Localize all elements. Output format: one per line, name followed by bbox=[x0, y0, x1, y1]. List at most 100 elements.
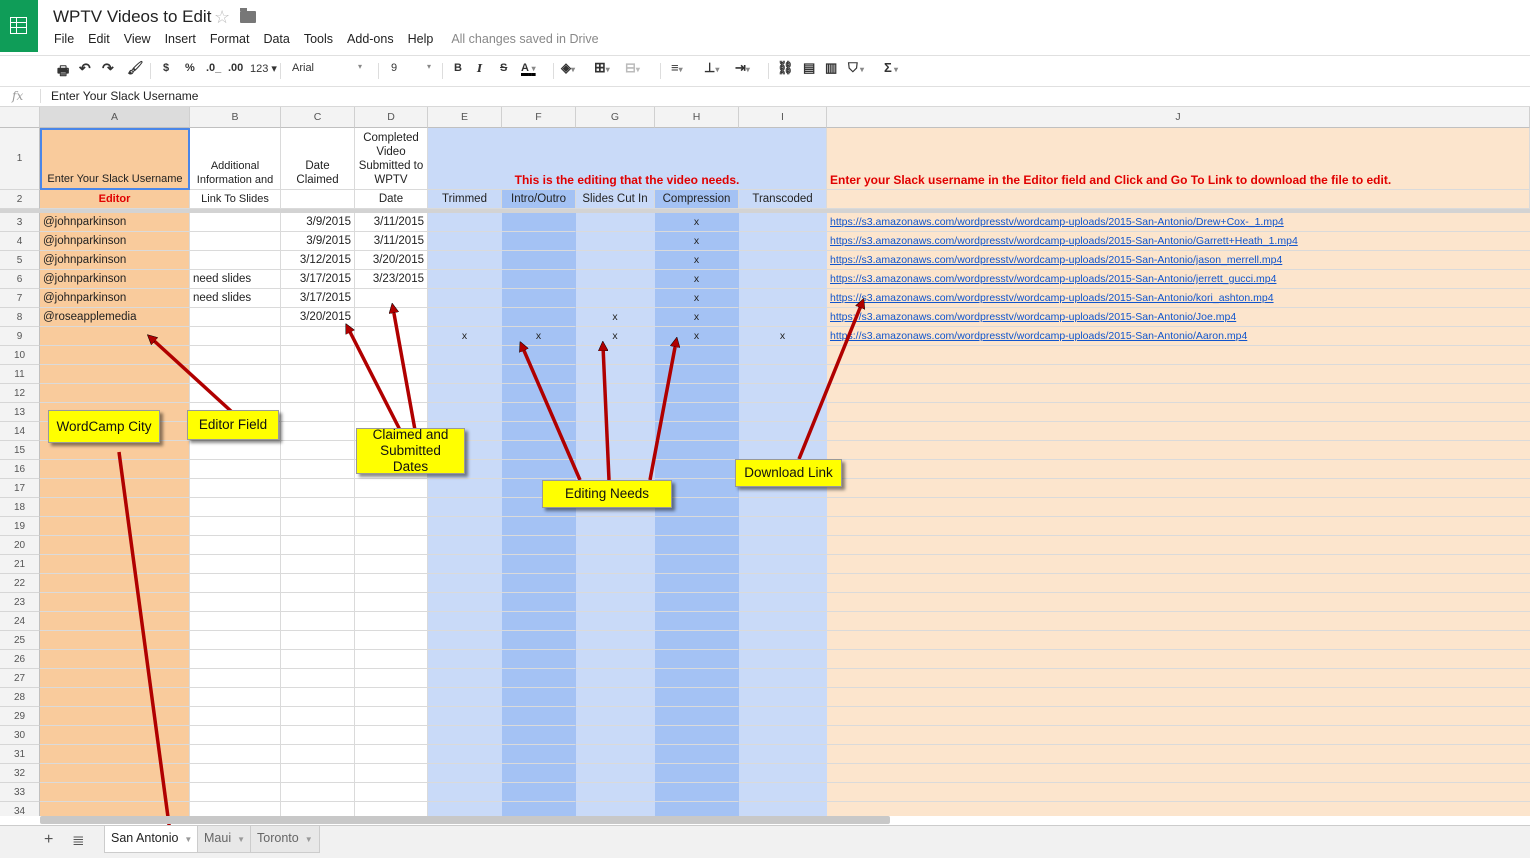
cell-a[interactable]: @roseapplemedia bbox=[40, 308, 190, 327]
cell-e[interactable] bbox=[428, 498, 502, 517]
cell-g[interactable] bbox=[576, 745, 655, 764]
cell-a[interactable] bbox=[40, 498, 190, 517]
cell-f[interactable] bbox=[502, 232, 576, 251]
merge-cells-icon[interactable]: ⊟▾ bbox=[625, 60, 640, 76]
cell-d[interactable] bbox=[355, 593, 428, 612]
row-header[interactable]: 8 bbox=[0, 308, 40, 327]
cell-d[interactable] bbox=[355, 669, 428, 688]
cell-h[interactable] bbox=[655, 745, 739, 764]
text-wrap-icon[interactable]: ⇥▾ bbox=[735, 60, 750, 76]
cell-h[interactable] bbox=[655, 403, 739, 422]
row-header[interactable]: 9 bbox=[0, 327, 40, 346]
cell-f[interactable] bbox=[502, 441, 576, 460]
cell-g[interactable] bbox=[576, 726, 655, 745]
cell-e[interactable] bbox=[428, 289, 502, 308]
cell-e[interactable] bbox=[428, 707, 502, 726]
cell-i[interactable] bbox=[739, 669, 827, 688]
menu-tools[interactable]: Tools bbox=[304, 32, 333, 50]
cell-c[interactable] bbox=[281, 384, 355, 403]
cell-c[interactable]: 3/17/2015 bbox=[281, 270, 355, 289]
cell-b[interactable] bbox=[190, 745, 281, 764]
cell-b[interactable] bbox=[190, 688, 281, 707]
cell-i[interactable] bbox=[739, 745, 827, 764]
cell-i[interactable] bbox=[739, 403, 827, 422]
cell-c[interactable] bbox=[281, 688, 355, 707]
cell-e[interactable] bbox=[428, 555, 502, 574]
cell-h[interactable]: x bbox=[655, 251, 739, 270]
select-all-corner[interactable] bbox=[0, 107, 40, 128]
row-header[interactable]: 26 bbox=[0, 650, 40, 669]
bold-button[interactable]: B bbox=[454, 62, 462, 74]
cell-e[interactable] bbox=[428, 783, 502, 802]
cell-g[interactable] bbox=[576, 783, 655, 802]
cell-e[interactable] bbox=[428, 726, 502, 745]
cell-h[interactable] bbox=[655, 631, 739, 650]
cell-i[interactable] bbox=[739, 574, 827, 593]
font-family-select[interactable]: Arial ▾ bbox=[292, 62, 364, 74]
cell-g[interactable] bbox=[576, 574, 655, 593]
row-header[interactable]: 34 bbox=[0, 802, 40, 816]
cell-f[interactable] bbox=[502, 308, 576, 327]
cell-e[interactable] bbox=[428, 308, 502, 327]
cell-d[interactable]: 3/23/2015 bbox=[355, 270, 428, 289]
cell-f[interactable] bbox=[502, 669, 576, 688]
decrease-decimals-button[interactable]: .0_ bbox=[206, 62, 221, 74]
cell-e[interactable] bbox=[428, 802, 502, 816]
cell-g[interactable] bbox=[576, 517, 655, 536]
cell-d[interactable] bbox=[355, 745, 428, 764]
cell-e[interactable] bbox=[428, 650, 502, 669]
cell-f[interactable] bbox=[502, 251, 576, 270]
cell-a[interactable] bbox=[40, 726, 190, 745]
cell-c[interactable] bbox=[281, 574, 355, 593]
cell-i[interactable] bbox=[739, 232, 827, 251]
cell-a[interactable]: @johnparkinson bbox=[40, 289, 190, 308]
sheets-logo-icon[interactable] bbox=[0, 0, 38, 52]
cell-a[interactable]: @johnparkinson bbox=[40, 251, 190, 270]
cell-f[interactable] bbox=[502, 707, 576, 726]
cell-i[interactable] bbox=[739, 365, 827, 384]
cell-b[interactable] bbox=[190, 707, 281, 726]
cell-b[interactable] bbox=[190, 536, 281, 555]
filter-icon[interactable]: ⛉ ▾ bbox=[848, 60, 864, 76]
cell-j[interactable] bbox=[827, 669, 1530, 688]
cell-a[interactable]: @johnparkinson bbox=[40, 270, 190, 289]
percent-format-button[interactable]: % bbox=[185, 62, 195, 74]
row-header[interactable]: 1 bbox=[0, 128, 40, 190]
cell-b[interactable] bbox=[190, 517, 281, 536]
cell-f[interactable] bbox=[502, 517, 576, 536]
cell-f[interactable] bbox=[502, 346, 576, 365]
cell-d[interactable] bbox=[355, 384, 428, 403]
cell-d[interactable] bbox=[355, 536, 428, 555]
cell-d[interactable] bbox=[355, 802, 428, 816]
download-link[interactable]: https://s3.amazonaws.com/wordpresstv/wor… bbox=[827, 232, 1530, 251]
currency-format-button[interactable]: $ bbox=[163, 62, 169, 74]
cell-g[interactable] bbox=[576, 764, 655, 783]
row-header[interactable]: 14 bbox=[0, 422, 40, 441]
sheet-tab-san-antonio[interactable]: San Antonio ▼ bbox=[104, 826, 200, 853]
download-link[interactable]: https://s3.amazonaws.com/wordpresstv/wor… bbox=[827, 289, 1530, 308]
cell-j[interactable] bbox=[827, 574, 1530, 593]
row-header[interactable]: 19 bbox=[0, 517, 40, 536]
cell-e[interactable] bbox=[428, 593, 502, 612]
cell-f[interactable] bbox=[502, 764, 576, 783]
cell-f[interactable] bbox=[502, 802, 576, 816]
cell-h[interactable]: x bbox=[655, 270, 739, 289]
cell-d[interactable] bbox=[355, 726, 428, 745]
cell-i[interactable] bbox=[739, 384, 827, 403]
cell-h[interactable] bbox=[655, 460, 739, 479]
document-title[interactable]: WPTV Videos to Edit bbox=[53, 7, 211, 27]
cell-a[interactable] bbox=[40, 650, 190, 669]
cell-h[interactable] bbox=[655, 593, 739, 612]
cell-h[interactable]: x bbox=[655, 213, 739, 232]
cell-i[interactable] bbox=[739, 555, 827, 574]
italic-button[interactable]: I bbox=[477, 62, 482, 75]
cell-g[interactable] bbox=[576, 650, 655, 669]
cell-e[interactable] bbox=[428, 669, 502, 688]
cell-e[interactable] bbox=[428, 384, 502, 403]
header-cell-a2[interactable]: Editor bbox=[40, 190, 190, 209]
cell-b[interactable]: need slides bbox=[190, 270, 281, 289]
row-header[interactable]: 5 bbox=[0, 251, 40, 270]
cell-e[interactable] bbox=[428, 631, 502, 650]
cell-h[interactable] bbox=[655, 365, 739, 384]
cell-f[interactable] bbox=[502, 403, 576, 422]
